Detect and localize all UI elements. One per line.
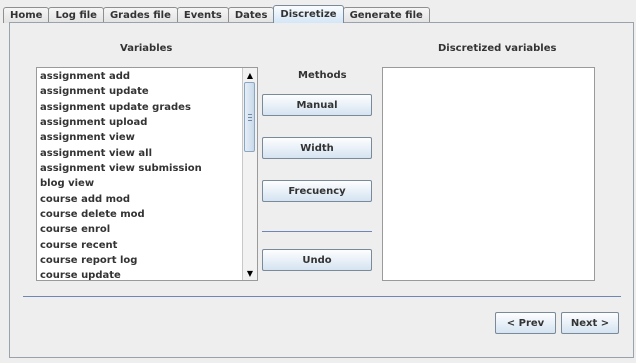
list-item[interactable]: assignment view all	[40, 146, 239, 161]
discretized-list[interactable]	[382, 67, 595, 281]
list-item[interactable]: assignment update grades	[40, 100, 239, 115]
list-item[interactable]: course recent	[40, 238, 239, 253]
variables-scrollbar[interactable]: ▲ ▼	[242, 68, 257, 280]
next-button[interactable]: Next >	[561, 312, 619, 334]
list-item[interactable]: course delete mod	[40, 207, 239, 222]
scroll-thumb[interactable]	[244, 82, 255, 152]
list-item[interactable]: blog view	[40, 176, 239, 191]
undo-button[interactable]: Undo	[262, 249, 372, 271]
variables-heading: Variables	[120, 43, 173, 54]
list-item[interactable]: assignment upload	[40, 115, 239, 130]
list-item[interactable]: assignment update	[40, 84, 239, 99]
discretized-heading: Discretized variables	[438, 43, 557, 54]
scroll-down-arrow-icon[interactable]: ▼	[243, 266, 257, 280]
tab-events[interactable]: Events	[176, 7, 229, 23]
list-item[interactable]: course report log	[40, 253, 239, 268]
grip-line	[248, 120, 252, 121]
methods-heading: Methods	[298, 70, 347, 81]
frequency-button[interactable]: Frecuency	[262, 180, 372, 202]
variables-list[interactable]: assignment add assignment update assignmen…	[36, 67, 258, 281]
tab-grades-file[interactable]: Grades file	[102, 7, 178, 23]
tab-bar: Home Log file Grades file Events Dates D…	[3, 5, 430, 23]
list-item[interactable]: assignment view submission	[40, 161, 239, 176]
list-item[interactable]: assignment view	[40, 130, 239, 145]
tab-discretize[interactable]: Discretize	[273, 5, 344, 23]
list-item[interactable]: course enrol	[40, 222, 239, 237]
grip-line	[248, 114, 252, 115]
tab-dates[interactable]: Dates	[227, 7, 275, 23]
tab-home[interactable]: Home	[3, 7, 50, 23]
list-item[interactable]: course update	[40, 268, 239, 280]
width-button[interactable]: Width	[262, 137, 372, 159]
prev-button[interactable]: < Prev	[495, 312, 556, 334]
discretize-panel: Variables assignment add assignment updat…	[9, 22, 634, 358]
tab-log-file[interactable]: Log file	[48, 7, 104, 23]
manual-button[interactable]: Manual	[262, 94, 372, 116]
list-item[interactable]: course add mod	[40, 192, 239, 207]
tab-generate-file[interactable]: Generate file	[342, 7, 430, 23]
variables-list-items: assignment add assignment update assignmen…	[40, 69, 239, 280]
methods-divider	[262, 231, 372, 232]
list-item[interactable]: assignment add	[40, 69, 239, 84]
grip-line	[248, 117, 252, 118]
scroll-up-arrow-icon[interactable]: ▲	[243, 68, 257, 82]
footer-divider	[23, 296, 621, 297]
